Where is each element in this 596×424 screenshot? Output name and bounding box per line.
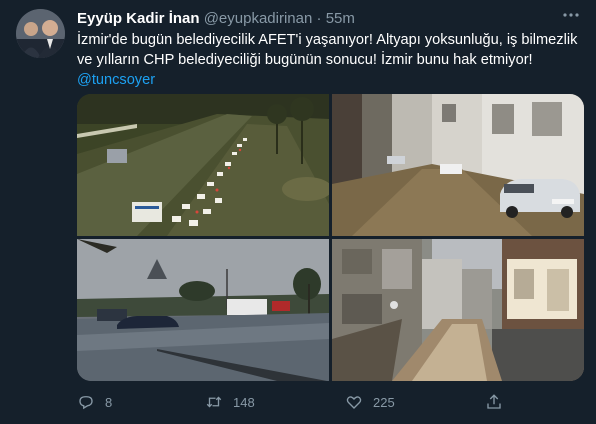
- share-icon: [487, 394, 501, 409]
- media-grid: [77, 94, 584, 381]
- tweet-body: İzmir'de bugün belediyecilik AFET'i yaşa…: [77, 32, 578, 68]
- like-count: 225: [373, 394, 395, 410]
- tweet-header: Eyyüp Kadir İnan @eyupkadirinan · 55m: [77, 9, 355, 28]
- retweet-button[interactable]: 148: [205, 388, 255, 416]
- heart-icon: [346, 396, 362, 409]
- photo-flooded-street[interactable]: [332, 94, 584, 236]
- tweet[interactable]: Eyyüp Kadir İnan @eyupkadirinan · 55m İz…: [0, 0, 596, 424]
- avatar[interactable]: [16, 9, 65, 58]
- retweet-count: 148: [233, 394, 255, 410]
- like-button[interactable]: 225: [345, 388, 395, 416]
- mention-link[interactable]: @tuncsoyer: [77, 72, 155, 88]
- separator: ·: [316, 10, 322, 27]
- retweet-icon: [206, 396, 222, 408]
- reply-button[interactable]: 8: [77, 388, 112, 416]
- tweet-text: İzmir'de bugün belediyecilik AFET'i yaşa…: [77, 30, 582, 90]
- reply-count: 8: [105, 394, 113, 410]
- author-handle[interactable]: @eyupkadirinan: [204, 10, 313, 27]
- reply-icon: [79, 396, 93, 410]
- author-name[interactable]: Eyyüp Kadir İnan: [77, 10, 200, 27]
- photo-coastal-road[interactable]: [77, 239, 329, 381]
- tweet-time[interactable]: 55m: [326, 10, 355, 27]
- more-icon[interactable]: [560, 6, 582, 28]
- photo-traffic-flood[interactable]: [77, 94, 329, 236]
- photo-mud-torrent[interactable]: [332, 239, 584, 381]
- tweet-actions: 8 148 225: [77, 388, 577, 416]
- share-button[interactable]: [485, 388, 513, 416]
